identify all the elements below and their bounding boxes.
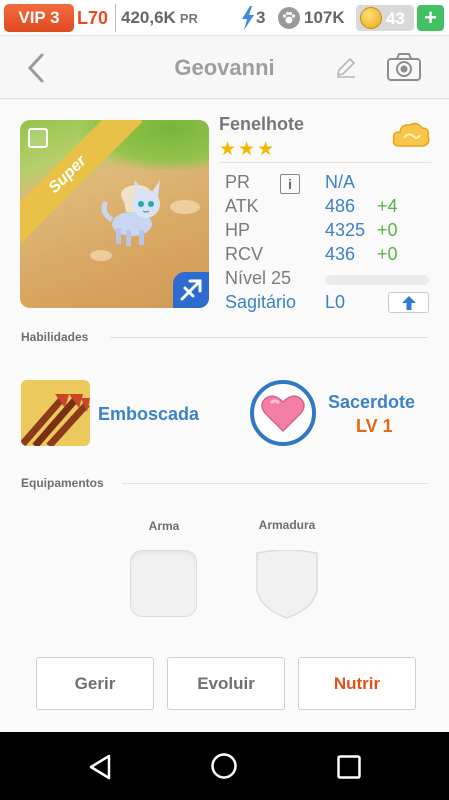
sagittarius-badge [173, 272, 209, 308]
stat-label: HP [225, 220, 251, 240]
sign-row: Sagitário L0 [225, 292, 435, 316]
android-nav-bar [0, 732, 449, 800]
weapon-label: Arma [148, 519, 180, 533]
stat-bonus: +4 [377, 196, 398, 216]
stat-value: 436 [325, 244, 356, 264]
star-icon: ★ [257, 139, 275, 160]
lightning-icon [242, 6, 254, 30]
pet-portrait[interactable]: Super [20, 120, 209, 308]
stat-value: 486 [325, 196, 356, 216]
stat-row-rcv: RCV 436 +0 [225, 244, 435, 268]
page-title: Geovanni [174, 55, 275, 80]
divider [219, 162, 431, 163]
active-skill-name[interactable]: Emboscada [98, 404, 199, 425]
pet-sprite [101, 180, 160, 246]
document-icon[interactable] [28, 128, 48, 148]
add-coins-button[interactable]: + [417, 5, 444, 31]
star-icon: ★ [219, 139, 237, 160]
edit-name-icon[interactable] [334, 55, 358, 79]
zodiac-level: L0 [325, 292, 346, 312]
arrow-up-icon [401, 295, 416, 310]
nav-home-icon[interactable] [210, 752, 238, 780]
stat-label: ATK [225, 196, 259, 216]
coin-value: 43 [386, 9, 405, 28]
heart-icon [261, 395, 305, 433]
vip-badge[interactable]: VIP 3 [4, 4, 74, 32]
coin-icon [360, 7, 382, 29]
leader-skill-icon[interactable] [250, 380, 316, 446]
info-icon[interactable]: i [280, 174, 300, 194]
power-rating: 420,6K PR [115, 4, 198, 32]
camera-icon[interactable] [386, 52, 422, 82]
star-rating: ★ ★ ★ [219, 140, 274, 159]
power-value: 420,6K [121, 8, 176, 27]
active-skill-icon[interactable] [21, 380, 90, 446]
leader-skill-name[interactable]: Sacerdote [328, 392, 415, 413]
armor-label: Armadura [258, 518, 316, 532]
arrows-icon [21, 380, 90, 446]
rarity-label: Super [45, 152, 90, 197]
player-level: L70 [77, 8, 109, 28]
stat-label: RCV [225, 244, 264, 264]
armor-slot[interactable] [254, 550, 320, 620]
leader-skill-level: LV 1 [356, 416, 393, 436]
stat-value: 4325 [325, 220, 366, 240]
equipment-section-label: Equipamentos [21, 476, 104, 490]
pet-detail-card: Super Fenelhote ★ ★ ★ PR i N/A ATK 486 +… [0, 100, 449, 732]
star-icon: ★ [238, 139, 256, 160]
stat-value: N/A [325, 172, 356, 192]
upgrade-sign-button[interactable] [388, 292, 429, 313]
paw-icon [278, 7, 300, 29]
stat-row-hp: HP 4325 +0 [225, 220, 435, 244]
skills-section-label: Habilidades [21, 330, 89, 344]
zodiac-sign-label[interactable]: Sagitário [225, 292, 296, 313]
pet-family-name: Fenelhote [219, 114, 305, 134]
stat-row-pr: PR i N/A [225, 172, 435, 196]
sagittarius-icon [180, 279, 202, 301]
power-unit: PR [179, 10, 198, 26]
level-row: Nível 25 [225, 268, 435, 292]
feed-button[interactable]: Nutrir [298, 657, 416, 710]
divider [122, 483, 428, 484]
nav-back-icon[interactable] [85, 752, 115, 782]
element-cloud-icon [392, 122, 430, 147]
paw-value: 107K [304, 8, 345, 27]
divider [110, 337, 428, 338]
nav-recent-apps-icon[interactable] [336, 754, 362, 780]
energy-value: 3 [256, 8, 266, 27]
stat-label: PR [225, 172, 251, 192]
level-label: Nível 25 [225, 268, 292, 288]
stat-bonus: +0 [377, 244, 398, 264]
evolve-button[interactable]: Evoluir [167, 657, 285, 710]
stat-bonus: +0 [377, 220, 398, 240]
energy-counter[interactable]: 3 [241, 6, 265, 30]
manage-button[interactable]: Gerir [36, 657, 154, 710]
xp-progress-bar [325, 275, 429, 285]
stat-row-atk: ATK 486 +4 [225, 196, 435, 220]
header-bar: Geovanni [0, 37, 449, 99]
status-bar: VIP 3 L70 420,6K PR 3 107K 43 + [0, 0, 449, 36]
weapon-slot[interactable] [130, 550, 197, 617]
